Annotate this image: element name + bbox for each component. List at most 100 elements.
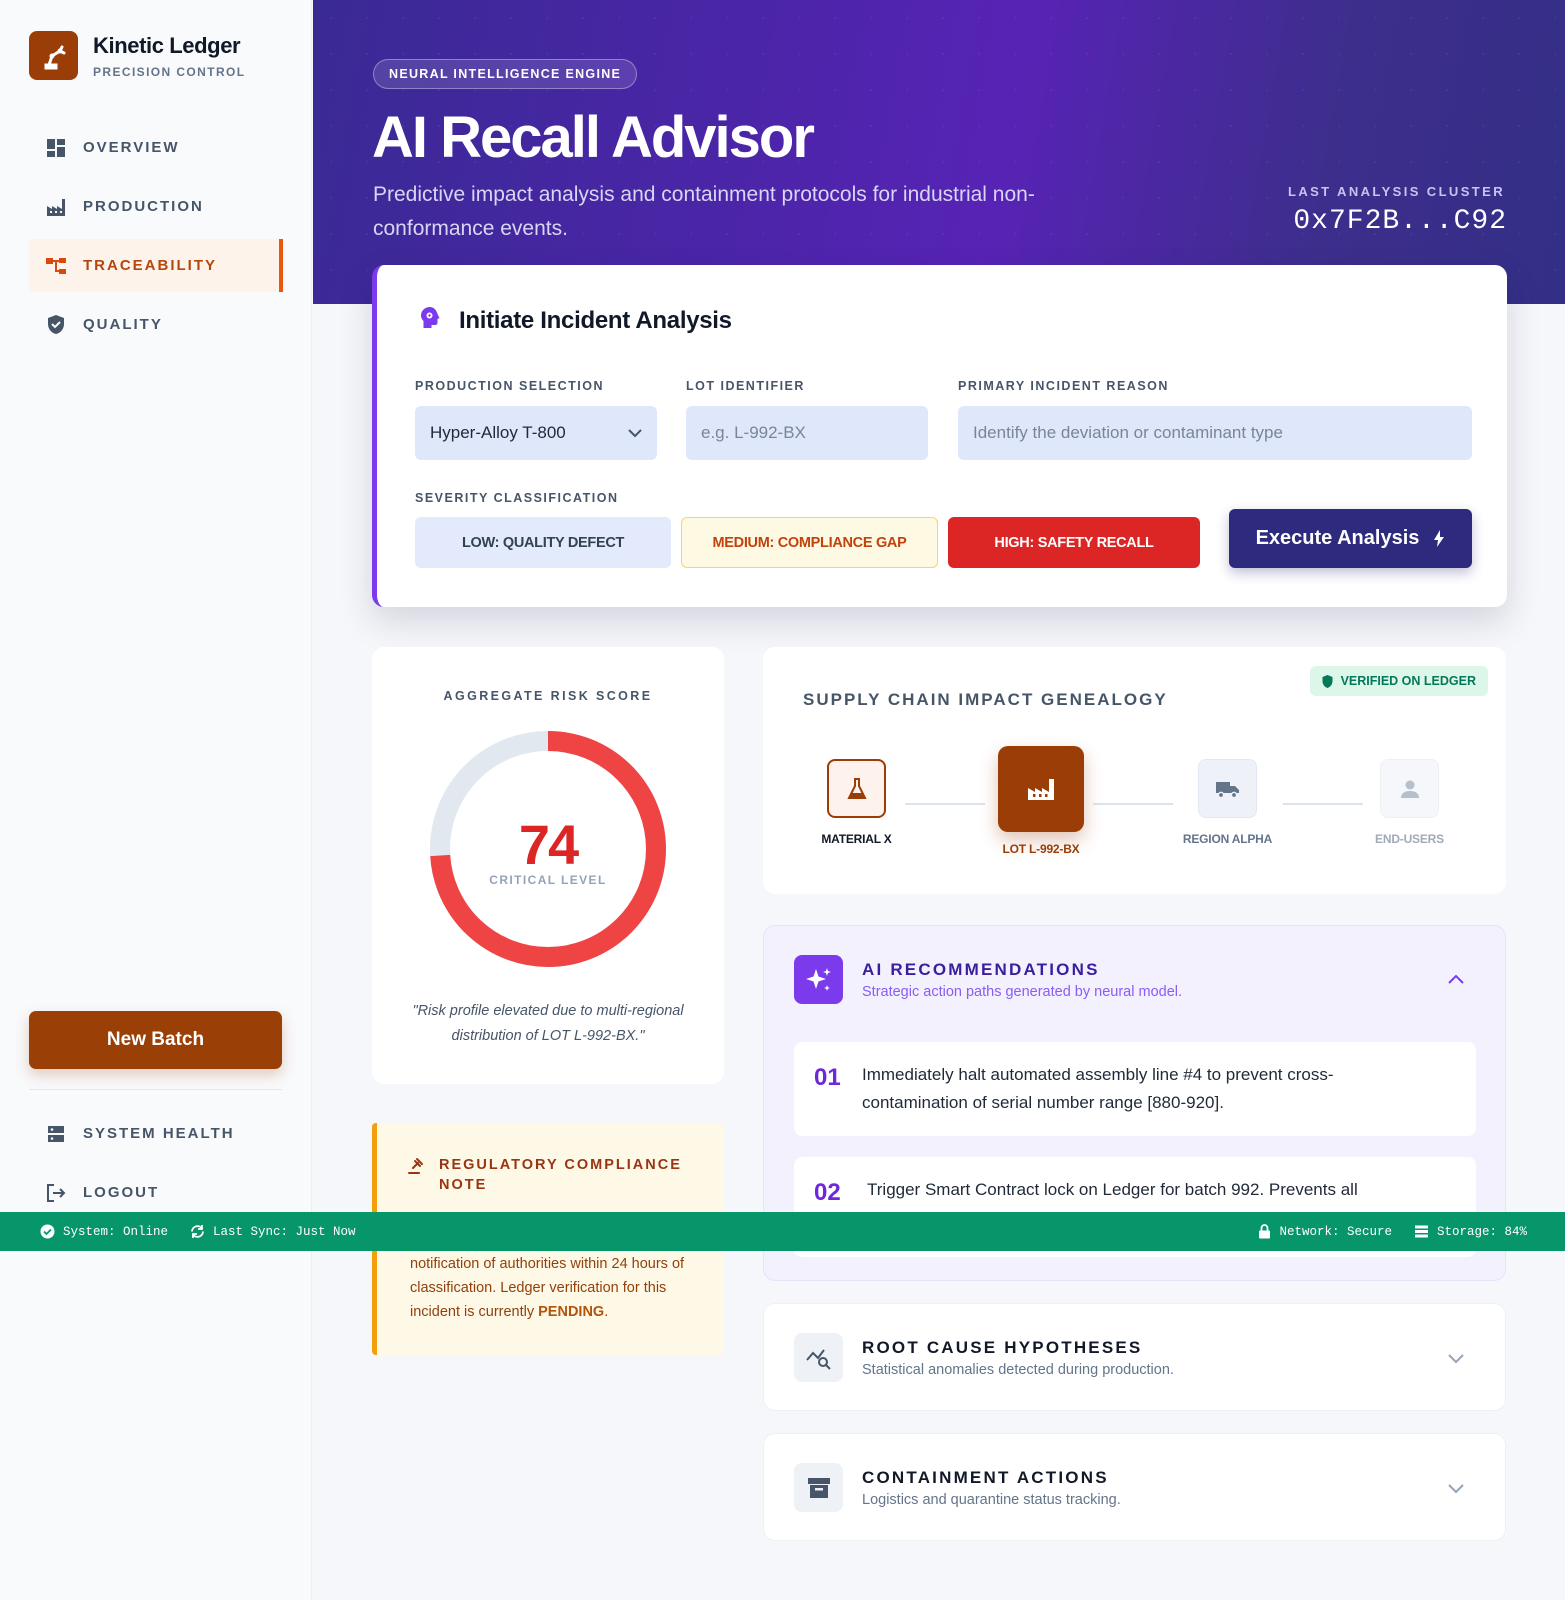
genealogy-connector (1093, 803, 1173, 805)
brain-icon (417, 305, 443, 336)
gavel-icon (407, 1157, 425, 1195)
nav-item-production[interactable]: PRODUCTION (29, 180, 283, 233)
factory-icon (998, 746, 1084, 832)
containment-title: CONTAINMENT ACTIONS (862, 1468, 1109, 1487)
truck-icon (1198, 759, 1257, 818)
root-cause-subtitle: Statistical anomalies detected during pr… (862, 1362, 1174, 1378)
compliance-status: PENDING (538, 1304, 605, 1320)
node-label: LOT L-992-BX (1002, 842, 1080, 856)
ai-recommendations-subtitle: Strategic action paths generated by neur… (862, 984, 1183, 1000)
cluster-label: LAST ANALYSIS CLUSTER (1287, 184, 1505, 199)
hierarchy-icon (45, 255, 67, 277)
incident-reason-input[interactable]: Identify the deviation or contaminant ty… (958, 406, 1472, 460)
verified-badge: VERIFIED ON LEDGER (1309, 666, 1488, 696)
storage-status: Storage: 84% (1414, 1225, 1527, 1239)
recommendation-text: Immediately halt automated assembly line… (862, 1065, 1334, 1112)
page-header: NEURAL INTELLIGENCE ENGINE AI Recall Adv… (313, 0, 1565, 304)
sidebar-divider (29, 1089, 282, 1090)
product-select[interactable]: Hyper-Alloy T-800 (415, 406, 657, 460)
root-cause-title: ROOT CAUSE HYPOTHESES (862, 1338, 1143, 1357)
root-cause-panel[interactable]: ROOT CAUSE HYPOTHESES Statistical anomal… (763, 1303, 1506, 1411)
nav-label: QUALITY (83, 316, 163, 333)
containment-subtitle: Logistics and quarantine status tracking… (862, 1492, 1121, 1508)
nav-item-traceability[interactable]: TRACEABILITY (29, 239, 283, 292)
system-status: System: Online (40, 1224, 168, 1239)
main-nav: OVERVIEW PRODUCTION TRACEABILITY QUALITY (29, 121, 283, 357)
page-subtitle: Predictive impact analysis and containme… (373, 183, 1035, 240)
system-status-text: System: Online (63, 1224, 169, 1239)
recommendation-text: Trigger Smart Contract lock on Ledger fo… (867, 1180, 1358, 1199)
nav-label: OVERVIEW (83, 139, 180, 156)
robot-arm-icon (29, 31, 78, 80)
severity-high-button[interactable]: HIGH: SAFETY RECALL (948, 517, 1200, 568)
nav-item-overview[interactable]: OVERVIEW (29, 121, 283, 174)
sync-status: Last Sync: Just Now (190, 1224, 356, 1239)
brand-subtitle: PRECISION CONTROL (93, 64, 246, 79)
product-select-value: Hyper-Alloy T-800 (430, 423, 566, 442)
shield-icon (45, 314, 67, 336)
severity-medium-button[interactable]: MEDIUM: COMPLIANCE GAP (681, 517, 938, 568)
nav-item-quality[interactable]: QUALITY (29, 298, 283, 351)
chevron-down-icon (628, 423, 642, 443)
sidebar: Kinetic Ledger PRECISION CONTROL OVERVIE… (0, 0, 312, 1600)
brand[interactable]: Kinetic Ledger PRECISION CONTROL (29, 31, 245, 80)
node-label: END-USERS (1375, 832, 1444, 846)
incident-reason-label: PRIMARY INCIDENT REASON (958, 379, 1169, 393)
sparkles-icon (794, 955, 843, 1004)
lot-identifier-label: LOT IDENTIFIER (686, 379, 805, 393)
logout-icon (45, 1182, 67, 1204)
verified-label: VERIFIED ON LEDGER (1340, 674, 1476, 688)
engine-badge: NEURAL INTELLIGENCE ENGINE (373, 59, 638, 89)
execute-label: Execute Analysis (1255, 527, 1420, 549)
ai-recommendations-title: AI RECOMMENDATIONS (862, 960, 1100, 979)
bottom-nav: SYSTEM HEALTH LOGOUT (29, 1107, 283, 1225)
risk-score-card: AGGREGATE RISK SCORE 74 CRITICAL LEVEL "… (372, 647, 724, 1084)
new-batch-button[interactable]: New Batch (29, 1011, 282, 1069)
archive-box-icon (794, 1463, 843, 1512)
dashboard-icon (45, 137, 67, 159)
genealogy-title: SUPPLY CHAIN IMPACT GENEALOGY (803, 690, 1168, 709)
recommendation-item[interactable]: 01 Immediately halt automated assembly l… (794, 1042, 1476, 1136)
database-icon (1414, 1225, 1428, 1238)
cluster-value: 0x7F2B...C92 (1293, 206, 1507, 237)
lightning-icon (1433, 530, 1445, 547)
product-selection-label: PRODUCTION SELECTION (415, 379, 605, 393)
compliance-body: notification of authorities within 24 ho… (410, 1252, 700, 1324)
storage-status-text: Storage: 84% (1436, 1224, 1527, 1239)
risk-level: CRITICAL LEVEL (489, 873, 607, 887)
severity-low-button[interactable]: LOW: QUALITY DEFECT (415, 517, 671, 568)
flask-icon (827, 759, 886, 818)
lock-icon (1259, 1224, 1271, 1239)
user-icon (1380, 759, 1439, 818)
genealogy-node-lot[interactable]: LOT L-992-BX (986, 746, 1096, 856)
chevron-down-icon (1448, 1354, 1464, 1364)
genealogy-node-end-users[interactable]: END-USERS (1357, 759, 1462, 846)
network-status: Network: Secure (1258, 1224, 1392, 1239)
incident-analysis-card: Initiate Incident Analysis PRODUCTION SE… (372, 265, 1507, 607)
compliance-text-end: . (604, 1304, 609, 1320)
recommendation-number: 01 (814, 1064, 841, 1091)
execute-analysis-button[interactable]: Execute Analysis (1229, 509, 1472, 568)
risk-score-label: AGGREGATE RISK SCORE (443, 689, 653, 703)
factory-icon (45, 196, 67, 218)
risk-quote: "Risk profile elevated due to multi-regi… (412, 1003, 684, 1044)
genealogy-connector (1283, 803, 1363, 805)
containment-actions-panel[interactable]: CONTAINMENT ACTIONS Logistics and quaran… (763, 1433, 1506, 1541)
lot-identifier-input[interactable]: e.g. L-992-BX (686, 406, 928, 460)
chart-search-icon (794, 1333, 843, 1382)
node-label: REGION ALPHA (1182, 832, 1273, 846)
nav-label: LOGOUT (83, 1184, 160, 1201)
shield-check-icon (1322, 674, 1333, 688)
status-bar: System: Online Last Sync: Just Now Netwo… (0, 1212, 1565, 1251)
risk-score-value: 74 (518, 813, 579, 876)
brand-name: Kinetic Ledger (93, 32, 241, 58)
server-icon (45, 1123, 67, 1145)
supply-chain-genealogy-card: SUPPLY CHAIN IMPACT GENEALOGY VERIFIED O… (763, 647, 1506, 894)
sync-icon (191, 1225, 204, 1238)
compliance-title: REGULATORY COMPLIANCE NOTE (439, 1157, 682, 1193)
genealogy-node-region[interactable]: REGION ALPHA (1175, 759, 1280, 846)
nav-item-system-health[interactable]: SYSTEM HEALTH (29, 1107, 283, 1160)
sync-status-text: Last Sync: Just Now (213, 1224, 356, 1239)
chevron-up-icon[interactable] (1447, 971, 1465, 989)
genealogy-node-material[interactable]: MATERIAL X (804, 759, 909, 846)
